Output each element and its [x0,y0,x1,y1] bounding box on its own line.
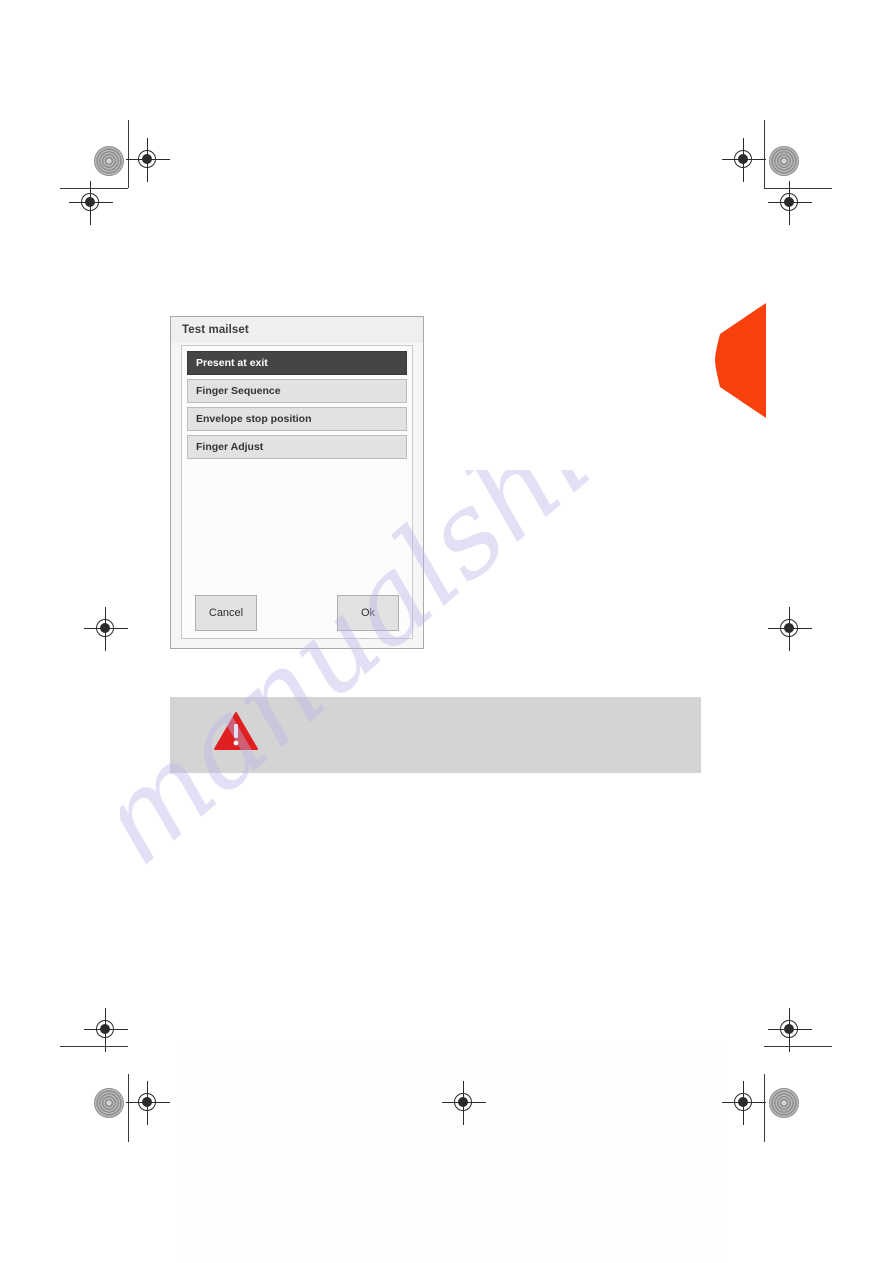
page-content-plate [176,1046,721,1263]
warning-triangle-icon [214,711,258,751]
dialog-button-bar: Cancel Ok [187,595,407,631]
registration-target-icon [126,138,170,182]
registration-target-icon [84,607,128,651]
cancel-button[interactable]: Cancel [195,595,257,631]
trim-line-bottom-left-horizontal [60,1046,128,1047]
warning-note-band [170,697,701,773]
menu-item-label: Finger Adjust [196,441,264,453]
test-mailset-menu-list: Present at exit Finger Sequence Envelope… [187,351,407,459]
registration-target-icon [722,1081,766,1125]
menu-item-label: Finger Sequence [196,385,281,397]
halftone-dot-icon [769,146,799,176]
registration-target-icon [442,1081,486,1125]
registration-target-icon [722,138,766,182]
menu-item-label: Present at exit [196,357,268,369]
dialog-titlebar: Test mailset [171,317,423,343]
registration-target-icon [126,1081,170,1125]
chapter-index-tab [715,301,767,420]
halftone-dot-icon [94,1088,124,1118]
ok-button-label: Ok [360,607,376,619]
page-canvas: Test mailset Present at exit Finger Sequ… [0,0,893,1263]
halftone-dot-icon [94,146,124,176]
ok-button[interactable]: Ok [337,595,399,631]
dialog-body: Present at exit Finger Sequence Envelope… [181,345,413,639]
menu-item-present-at-exit[interactable]: Present at exit [187,351,407,375]
index-tab-shape [715,303,766,418]
dialog-title: Test mailset [182,324,249,336]
registration-target-icon [768,607,812,651]
test-mailset-dialog: Test mailset Present at exit Finger Sequ… [170,316,424,649]
registration-target-icon [768,181,812,225]
menu-item-finger-sequence[interactable]: Finger Sequence [187,379,407,403]
halftone-dot-icon [769,1088,799,1118]
trim-line-bottom-right-horizontal [764,1046,832,1047]
registration-target-icon [69,181,113,225]
menu-item-envelope-stop-position[interactable]: Envelope stop position [187,407,407,431]
menu-item-finger-adjust[interactable]: Finger Adjust [187,435,407,459]
menu-item-label: Envelope stop position [196,413,312,425]
cancel-button-label: Cancel [208,607,244,619]
